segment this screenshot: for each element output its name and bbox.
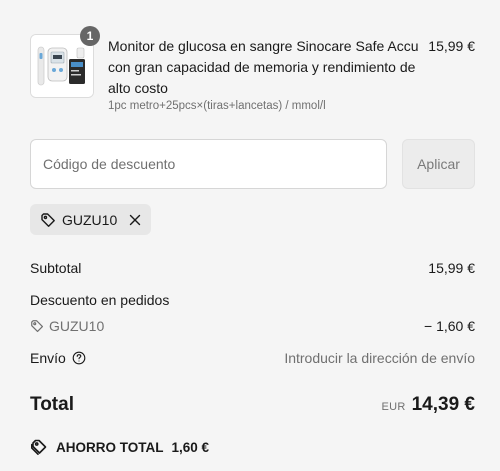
subtotal-value: 15,99 € [428,260,475,276]
total-value: 14,39 € [411,394,475,415]
tag-icon [40,212,56,228]
subtotal-label: Subtotal [30,260,82,276]
applied-discount-code: GUZU10 [62,211,118,228]
total-savings: AHORRO TOTAL 1,60 € [30,438,209,456]
quantity-badge: 1 [80,26,100,46]
product-variant: 1pc metro+25pcs×(tiras+lancetas) / mmol/… [108,100,326,112]
order-summary: 1 Monitor de glucosa en sangre Sinocare … [30,0,475,471]
product-title: Monitor de glucosa en sangre Sinocare Sa… [108,38,419,96]
order-discount-row: Descuento en pedidos [30,292,475,310]
subtotal-row: Subtotal 15,99 € [30,260,475,278]
remove-discount-close-icon[interactable] [129,214,141,226]
savings-label: AHORRO TOTAL [56,439,164,455]
applied-discount-chip: GUZU10 [30,204,152,235]
order-discount-value: − 1,60 € [424,318,475,334]
tag-icon [30,319,44,333]
help-icon[interactable] [72,351,86,365]
order-discount-label: Descuento en pedidos [30,292,170,308]
order-discount-detail-row: GUZU10 − 1,60 € [30,318,475,336]
order-discount-code: GUZU10 [49,318,105,334]
currency-code: EUR [381,401,406,413]
savings-value: 1,60 € [171,439,210,455]
total-label: Total [30,394,74,415]
discount-code-input[interactable] [30,139,387,189]
shipping-label: Envío [30,350,66,366]
shipping-value: Introducir la dirección de envío [284,350,475,366]
product-price: 15,99 € [428,38,475,54]
total-row: Total EUR 14,39 € [30,392,475,420]
line-item: 1 Monitor de glucosa en sangre Sinocare … [30,26,475,114]
savings-tag-icon [30,438,48,456]
apply-discount-button[interactable]: Aplicar [402,139,475,189]
shipping-row: Envío Introducir la dirección de envío [30,350,475,368]
